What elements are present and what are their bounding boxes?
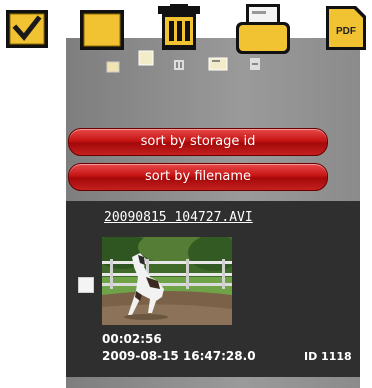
select-all-mini-icon: [106, 58, 120, 77]
media-storage-id: ID 1118: [304, 350, 352, 363]
media-duration: 00:02:56: [102, 332, 162, 346]
select-all-icon[interactable]: [4, 4, 54, 52]
trash-icon[interactable]: [150, 4, 208, 52]
media-select-checkbox[interactable]: [78, 277, 94, 293]
media-datetime: 2009-08-15 16:47:28.0: [102, 349, 256, 363]
sort-by-storage-id-button[interactable]: sort by storage id: [68, 128, 328, 156]
blank-mini-icon: [138, 50, 154, 70]
media-item-card: 20090815 104727.AVI 00:02:56 2009-08-15 …: [66, 201, 360, 377]
folder-mini-icon: [208, 56, 228, 75]
sort-by-filename-button[interactable]: sort by filename: [68, 163, 328, 191]
pdf-mini-icon: [248, 56, 262, 75]
pdf-icon-label: PDF: [336, 26, 356, 37]
deselect-all-icon[interactable]: [78, 4, 126, 52]
folder-icon[interactable]: [234, 4, 292, 54]
pdf-icon[interactable]: PDF: [322, 4, 370, 52]
media-filename-link[interactable]: 20090815 104727.AVI: [104, 210, 253, 225]
video-thumbnail[interactable]: [102, 237, 232, 325]
trash-mini-icon: [172, 56, 186, 75]
